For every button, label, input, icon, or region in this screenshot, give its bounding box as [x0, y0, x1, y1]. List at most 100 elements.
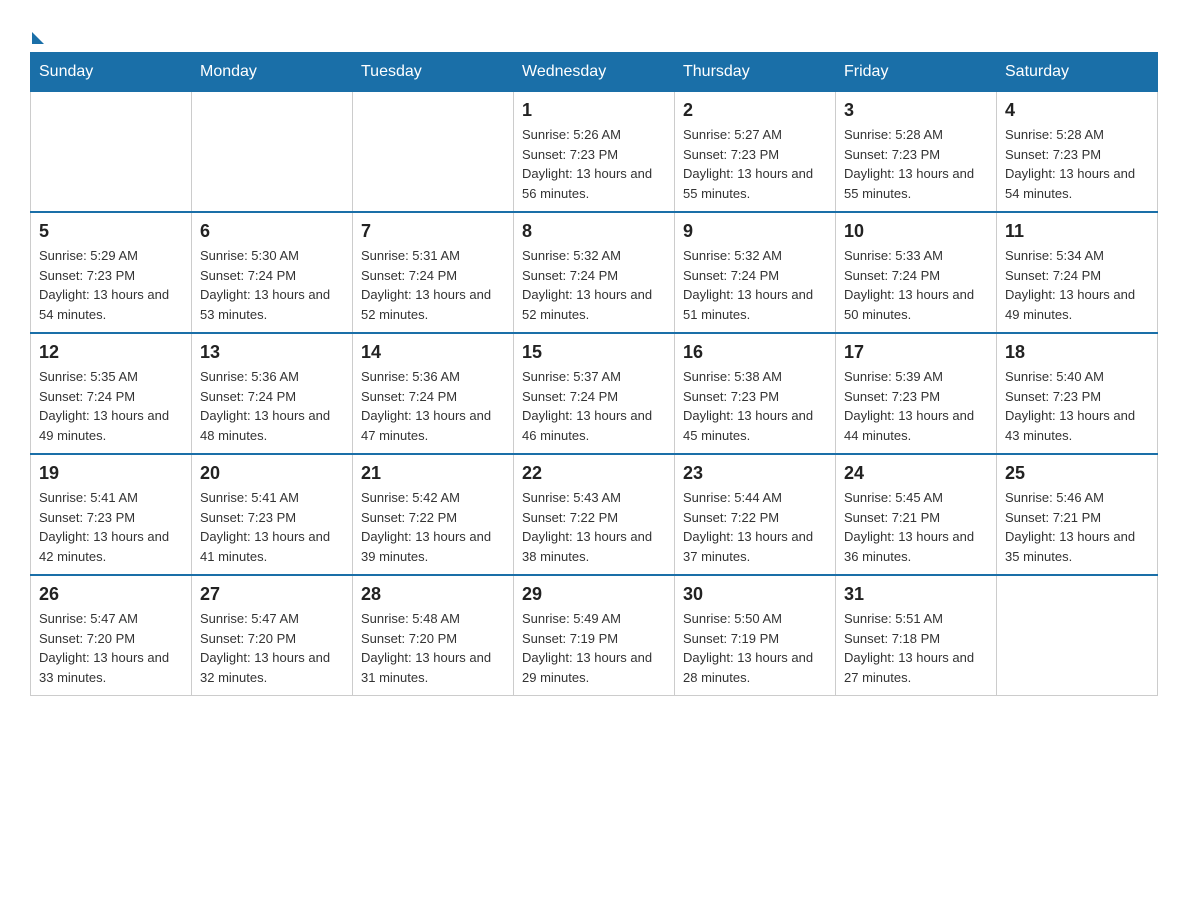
- calendar-cell: 22 Sunrise: 5:43 AM Sunset: 7:22 PM Dayli…: [514, 454, 675, 575]
- day-number: 13: [200, 342, 344, 363]
- day-number: 14: [361, 342, 505, 363]
- day-info: Sunrise: 5:39 AM Sunset: 7:23 PM Dayligh…: [844, 367, 988, 445]
- page-header: [30, 30, 1158, 36]
- calendar-cell: 25 Sunrise: 5:46 AM Sunset: 7:21 PM Dayli…: [997, 454, 1158, 575]
- day-number: 19: [39, 463, 183, 484]
- weekday-header-sunday: Sunday: [31, 53, 192, 92]
- weekday-header-saturday: Saturday: [997, 53, 1158, 92]
- day-number: 24: [844, 463, 988, 484]
- calendar-cell: 20 Sunrise: 5:41 AM Sunset: 7:23 PM Dayli…: [192, 454, 353, 575]
- calendar-cell: [353, 92, 514, 213]
- day-number: 21: [361, 463, 505, 484]
- day-info: Sunrise: 5:50 AM Sunset: 7:19 PM Dayligh…: [683, 609, 827, 687]
- calendar-cell: 11Sunrise: 5:34 AM Sunset: 7:24 PM Dayli…: [997, 212, 1158, 333]
- day-number: 1: [522, 100, 666, 121]
- day-number: 9: [683, 221, 827, 242]
- weekday-header-wednesday: Wednesday: [514, 53, 675, 92]
- calendar-week-row: 26 Sunrise: 5:47 AM Sunset: 7:20 PM Dayli…: [31, 575, 1158, 696]
- calendar-cell: 31 Sunrise: 5:51 AM Sunset: 7:18 PM Dayli…: [836, 575, 997, 696]
- calendar-cell: 7Sunrise: 5:31 AM Sunset: 7:24 PM Daylig…: [353, 212, 514, 333]
- day-number: 11: [1005, 221, 1149, 242]
- calendar-cell: 30 Sunrise: 5:50 AM Sunset: 7:19 PM Dayli…: [675, 575, 836, 696]
- calendar-cell: 29 Sunrise: 5:49 AM Sunset: 7:19 PM Dayli…: [514, 575, 675, 696]
- calendar-cell: 1 Sunrise: 5:26 AM Sunset: 7:23 PM Daylig…: [514, 92, 675, 213]
- day-number: 17: [844, 342, 988, 363]
- calendar-cell: 19 Sunrise: 5:41 AM Sunset: 7:23 PM Dayli…: [31, 454, 192, 575]
- day-info: Sunrise: 5:41 AM Sunset: 7:23 PM Dayligh…: [39, 488, 183, 566]
- day-info: Sunrise: 5:35 AM Sunset: 7:24 PM Dayligh…: [39, 367, 183, 445]
- day-info: Sunrise: 5:43 AM Sunset: 7:22 PM Dayligh…: [522, 488, 666, 566]
- calendar-cell: 28 Sunrise: 5:48 AM Sunset: 7:20 PM Dayli…: [353, 575, 514, 696]
- calendar-header-row: SundayMondayTuesdayWednesdayThursdayFrid…: [31, 53, 1158, 92]
- weekday-header-friday: Friday: [836, 53, 997, 92]
- day-info: Sunrise: 5:44 AM Sunset: 7:22 PM Dayligh…: [683, 488, 827, 566]
- day-info: Sunrise: 5:37 AM Sunset: 7:24 PM Dayligh…: [522, 367, 666, 445]
- day-info: Sunrise: 5:28 AM Sunset: 7:23 PM Dayligh…: [1005, 125, 1149, 203]
- day-info: Sunrise: 5:38 AM Sunset: 7:23 PM Dayligh…: [683, 367, 827, 445]
- calendar-cell: 3 Sunrise: 5:28 AM Sunset: 7:23 PM Daylig…: [836, 92, 997, 213]
- logo: [30, 30, 46, 36]
- day-info: Sunrise: 5:33 AM Sunset: 7:24 PM Dayligh…: [844, 246, 988, 324]
- calendar-cell: 24 Sunrise: 5:45 AM Sunset: 7:21 PM Dayli…: [836, 454, 997, 575]
- day-number: 28: [361, 584, 505, 605]
- day-number: 25: [1005, 463, 1149, 484]
- calendar-cell: 9Sunrise: 5:32 AM Sunset: 7:24 PM Daylig…: [675, 212, 836, 333]
- day-info: Sunrise: 5:31 AM Sunset: 7:24 PM Dayligh…: [361, 246, 505, 324]
- calendar-cell: 15 Sunrise: 5:37 AM Sunset: 7:24 PM Dayli…: [514, 333, 675, 454]
- day-info: Sunrise: 5:48 AM Sunset: 7:20 PM Dayligh…: [361, 609, 505, 687]
- day-info: Sunrise: 5:29 AM Sunset: 7:23 PM Dayligh…: [39, 246, 183, 324]
- weekday-header-thursday: Thursday: [675, 53, 836, 92]
- calendar-cell: 26 Sunrise: 5:47 AM Sunset: 7:20 PM Dayli…: [31, 575, 192, 696]
- day-info: Sunrise: 5:45 AM Sunset: 7:21 PM Dayligh…: [844, 488, 988, 566]
- calendar-cell: 27Sunrise: 5:47 AM Sunset: 7:20 PM Dayli…: [192, 575, 353, 696]
- calendar-cell: 8Sunrise: 5:32 AM Sunset: 7:24 PM Daylig…: [514, 212, 675, 333]
- day-info: Sunrise: 5:42 AM Sunset: 7:22 PM Dayligh…: [361, 488, 505, 566]
- day-info: Sunrise: 5:27 AM Sunset: 7:23 PM Dayligh…: [683, 125, 827, 203]
- day-number: 16: [683, 342, 827, 363]
- day-info: Sunrise: 5:26 AM Sunset: 7:23 PM Dayligh…: [522, 125, 666, 203]
- day-info: Sunrise: 5:36 AM Sunset: 7:24 PM Dayligh…: [200, 367, 344, 445]
- day-number: 6: [200, 221, 344, 242]
- calendar-week-row: 5Sunrise: 5:29 AM Sunset: 7:23 PM Daylig…: [31, 212, 1158, 333]
- day-number: 30: [683, 584, 827, 605]
- day-info: Sunrise: 5:41 AM Sunset: 7:23 PM Dayligh…: [200, 488, 344, 566]
- calendar-cell: 6 Sunrise: 5:30 AM Sunset: 7:24 PM Daylig…: [192, 212, 353, 333]
- calendar-cell: 16 Sunrise: 5:38 AM Sunset: 7:23 PM Dayli…: [675, 333, 836, 454]
- logo-arrow-icon: [32, 32, 44, 44]
- day-number: 18: [1005, 342, 1149, 363]
- day-info: Sunrise: 5:28 AM Sunset: 7:23 PM Dayligh…: [844, 125, 988, 203]
- weekday-header-tuesday: Tuesday: [353, 53, 514, 92]
- calendar-week-row: 12 Sunrise: 5:35 AM Sunset: 7:24 PM Dayli…: [31, 333, 1158, 454]
- calendar-week-row: 19 Sunrise: 5:41 AM Sunset: 7:23 PM Dayli…: [31, 454, 1158, 575]
- calendar-cell: 21 Sunrise: 5:42 AM Sunset: 7:22 PM Dayli…: [353, 454, 514, 575]
- calendar-cell: [192, 92, 353, 213]
- day-info: Sunrise: 5:46 AM Sunset: 7:21 PM Dayligh…: [1005, 488, 1149, 566]
- calendar-cell: 13 Sunrise: 5:36 AM Sunset: 7:24 PM Dayli…: [192, 333, 353, 454]
- day-number: 22: [522, 463, 666, 484]
- day-info: Sunrise: 5:51 AM Sunset: 7:18 PM Dayligh…: [844, 609, 988, 687]
- calendar-cell: [31, 92, 192, 213]
- weekday-header-monday: Monday: [192, 53, 353, 92]
- calendar-cell: 14Sunrise: 5:36 AM Sunset: 7:24 PM Dayli…: [353, 333, 514, 454]
- day-info: Sunrise: 5:40 AM Sunset: 7:23 PM Dayligh…: [1005, 367, 1149, 445]
- day-number: 20: [200, 463, 344, 484]
- day-number: 23: [683, 463, 827, 484]
- day-info: Sunrise: 5:49 AM Sunset: 7:19 PM Dayligh…: [522, 609, 666, 687]
- day-number: 27: [200, 584, 344, 605]
- day-number: 15: [522, 342, 666, 363]
- day-number: 31: [844, 584, 988, 605]
- calendar-cell: 2 Sunrise: 5:27 AM Sunset: 7:23 PM Daylig…: [675, 92, 836, 213]
- calendar-cell: 18 Sunrise: 5:40 AM Sunset: 7:23 PM Dayli…: [997, 333, 1158, 454]
- day-info: Sunrise: 5:30 AM Sunset: 7:24 PM Dayligh…: [200, 246, 344, 324]
- day-number: 3: [844, 100, 988, 121]
- calendar-cell: 17 Sunrise: 5:39 AM Sunset: 7:23 PM Dayli…: [836, 333, 997, 454]
- day-info: Sunrise: 5:47 AM Sunset: 7:20 PM Dayligh…: [39, 609, 183, 687]
- day-number: 10: [844, 221, 988, 242]
- calendar-cell: 4Sunrise: 5:28 AM Sunset: 7:23 PM Daylig…: [997, 92, 1158, 213]
- day-number: 12: [39, 342, 183, 363]
- day-number: 2: [683, 100, 827, 121]
- calendar-table: SundayMondayTuesdayWednesdayThursdayFrid…: [30, 52, 1158, 696]
- day-number: 26: [39, 584, 183, 605]
- calendar-cell: 5Sunrise: 5:29 AM Sunset: 7:23 PM Daylig…: [31, 212, 192, 333]
- day-number: 29: [522, 584, 666, 605]
